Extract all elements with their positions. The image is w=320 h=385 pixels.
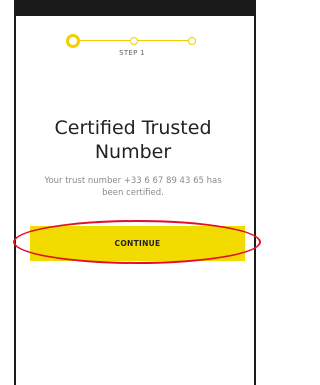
page-title: Certified Trusted Number <box>54 117 212 163</box>
top-bar <box>14 0 256 16</box>
frame-border-right <box>254 16 256 385</box>
step-label: STEP 1 <box>119 49 145 57</box>
stepper-line <box>138 40 188 41</box>
frame-border-left <box>14 16 16 385</box>
step-3-dot <box>188 37 196 45</box>
stepper-line <box>79 40 131 41</box>
step-1-dot <box>66 34 80 48</box>
page-subtitle: Your trust number +33 6 67 89 43 65 has … <box>44 176 222 198</box>
step-2-dot <box>130 37 138 45</box>
continue-button[interactable]: CONTINUE <box>30 226 245 261</box>
stepper <box>66 34 198 48</box>
